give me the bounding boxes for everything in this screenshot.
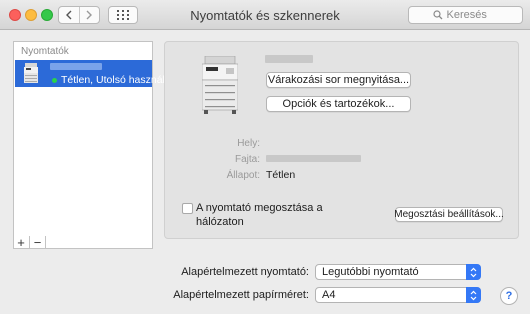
printer-icon bbox=[24, 63, 38, 83]
remove-printer-button[interactable]: − bbox=[29, 236, 45, 249]
open-print-queue-button[interactable]: Várakozási sor megnyitása... bbox=[266, 72, 411, 88]
default-paper-size-value: A4 bbox=[322, 289, 336, 301]
printer-status-text: Tétlen, Utolsó használat bbox=[61, 74, 174, 86]
location-label: Hely: bbox=[237, 138, 260, 149]
title-bar: Nyomtatók és szkennerek bbox=[0, 0, 530, 30]
printer-icon bbox=[202, 56, 238, 114]
printer-detail-panel: Várakozási sor megnyitása... Opciók és t… bbox=[164, 41, 519, 239]
printers-window: Nyomtatók és szkennerek Nyomtatók bbox=[0, 0, 530, 314]
default-paper-size-select[interactable]: A4 bbox=[315, 287, 481, 303]
printer-name bbox=[265, 55, 313, 63]
type-label: Fajta: bbox=[234, 154, 260, 165]
default-printer-select[interactable]: Legutóbbi nyomtató bbox=[315, 264, 481, 280]
sidebar-tool-buttons: + − bbox=[13, 236, 46, 249]
sharing-preferences-button[interactable]: Megosztási beállítások... bbox=[394, 207, 504, 222]
status-label: Állapot: bbox=[226, 170, 260, 181]
options-supplies-button[interactable]: Opciók és tartozékok... bbox=[266, 96, 411, 112]
status-value: Tétlen bbox=[266, 169, 296, 181]
search-field[interactable] bbox=[408, 6, 523, 24]
default-printer-value: Legutóbbi nyomtató bbox=[322, 266, 419, 278]
printer-name bbox=[50, 63, 102, 70]
share-printer-checkbox[interactable] bbox=[182, 203, 193, 214]
select-arrows-icon bbox=[466, 264, 481, 280]
printer-status: Tétlen, Utolsó használat bbox=[52, 74, 174, 86]
add-printer-button[interactable]: + bbox=[13, 236, 29, 249]
printer-list-item[interactable]: Tétlen, Utolsó használat bbox=[15, 60, 174, 87]
printer-list: Nyomtatók Tétlen, Utolsó használat bbox=[13, 41, 174, 249]
type-value bbox=[266, 155, 361, 162]
search-input[interactable] bbox=[446, 9, 499, 21]
default-printer-label: Alapértelmezett nyomtató: bbox=[181, 266, 309, 278]
search-icon bbox=[432, 10, 442, 20]
share-printer-label[interactable]: A nyomtató megosztása a hálózaton bbox=[196, 201, 346, 229]
default-paper-size-label: Alapértelmezett papírméret: bbox=[173, 289, 309, 301]
printer-list-header: Nyomtatók bbox=[21, 46, 69, 57]
status-dot-icon bbox=[52, 77, 57, 83]
help-button[interactable]: ? bbox=[500, 287, 518, 305]
select-arrows-icon bbox=[466, 287, 481, 303]
